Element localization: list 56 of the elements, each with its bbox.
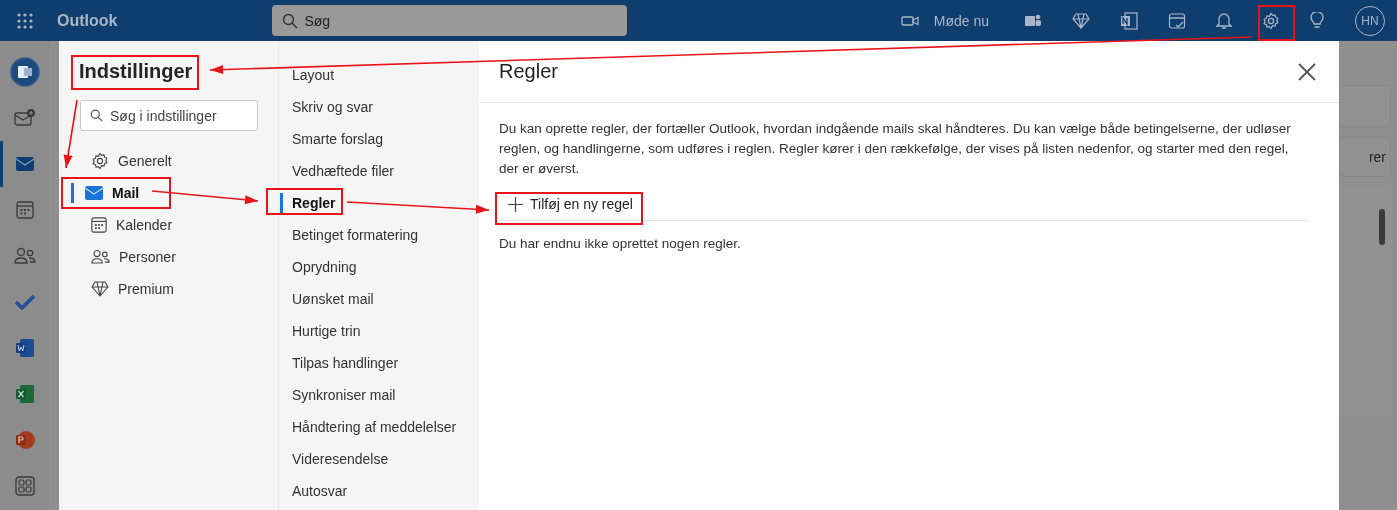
settings-subcategory[interactable]: Layout	[279, 59, 479, 91]
calendar-icon	[91, 217, 107, 233]
settings-title: Indstillinger	[79, 60, 193, 83]
settings-subcategory[interactable]: Håndtering af meddelelser	[279, 411, 479, 443]
settings-subcategory[interactable]: Smarte forslag	[279, 123, 479, 155]
search-field[interactable]: Søg	[272, 5, 628, 36]
video-camera-icon	[900, 13, 919, 28]
calendar-check-icon[interactable]	[1168, 11, 1186, 30]
settings-category[interactable]: Premium	[71, 273, 278, 305]
background-card	[1339, 85, 1391, 127]
settings-subcategory[interactable]: Uønsket mail	[279, 283, 479, 315]
diamond-icon	[91, 281, 109, 297]
bell-icon[interactable]	[1216, 11, 1232, 30]
calendar-icon	[16, 201, 34, 219]
settings-subcategory[interactable]: Oprydning	[279, 251, 479, 283]
meet-now-button[interactable]: Møde nu	[900, 12, 989, 29]
lightbulb-icon[interactable]	[1310, 11, 1324, 30]
settings-category[interactable]: Generelt	[71, 145, 278, 177]
diamond-icon[interactable]	[1072, 12, 1090, 29]
settings-icon[interactable]	[1262, 11, 1280, 30]
close-icon[interactable]	[1298, 62, 1316, 81]
settings-subcategory[interactable]: Synkroniser mail	[279, 379, 479, 411]
settings-search-field[interactable]: Søg i indstillinger	[80, 100, 258, 131]
highlight-frame	[1258, 5, 1295, 41]
add-rule-button[interactable]: Tilføj en ny regel	[500, 192, 641, 216]
mail-icon	[16, 157, 34, 171]
annotation-arrow	[63, 99, 78, 169]
plus-icon	[508, 196, 523, 212]
checkmark-icon	[15, 294, 35, 310]
description-text: Du kan oprette regler, der fortæller Outlook, hvordan indgående mails skal håndteres. Du kan vælge både betingelserne, der udløser reglen, og handlingerne, som udføres i reglen. Regler kører i den rækkefølge, der vises på listen nedenfor, og starter med den regel, der er øverst.	[499, 120, 1292, 178]
spreadsheet-icon	[15, 384, 35, 404]
settings-subcategory[interactable]: Skriv og svar	[279, 91, 479, 123]
empty-message: Du har endnu ikke oprettet nogen regler.	[499, 236, 742, 251]
gear-icon	[91, 152, 109, 170]
background-text: rer	[1368, 149, 1386, 165]
people-icon	[14, 247, 36, 265]
people-icon	[91, 249, 110, 265]
settings-subcategory[interactable]: Tilpas handlinger	[279, 347, 479, 379]
scrollbar-thumb	[1379, 209, 1385, 245]
notebook-icon[interactable]	[1120, 11, 1138, 30]
settings-category[interactable]: Personer	[71, 241, 278, 273]
settings-subcategory[interactable]: Betinget formatering	[279, 219, 479, 251]
settings-subcategory[interactable]: Vedhæftede filer	[279, 155, 479, 187]
app-name: Outlook	[57, 11, 118, 30]
settings-subcategory[interactable]: Autosvar	[279, 475, 479, 507]
panel-title: Regler	[499, 60, 558, 83]
new-mail-icon	[14, 108, 36, 128]
presentation-icon	[15, 430, 35, 450]
mail-icon	[85, 186, 103, 200]
search-icon	[282, 13, 299, 29]
settings-subcategory[interactable]: Videresendelse	[279, 443, 479, 475]
app-launcher-icon[interactable]	[17, 12, 33, 29]
search-icon	[90, 109, 103, 122]
settings-category[interactable]: Kalender	[71, 209, 278, 241]
apps-icon	[15, 476, 35, 496]
settings-subcategory[interactable]: Hurtige trin	[279, 315, 479, 347]
